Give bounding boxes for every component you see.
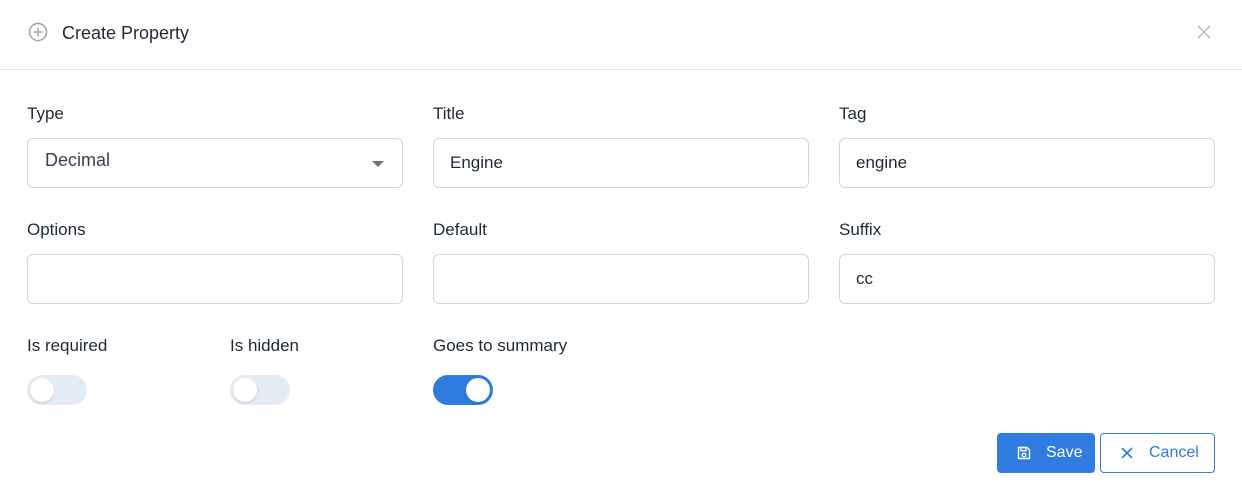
- default-input[interactable]: [434, 255, 808, 303]
- cancel-button[interactable]: Cancel: [1100, 433, 1215, 473]
- title-input[interactable]: [434, 139, 808, 187]
- toggle-knob: [466, 378, 490, 402]
- title-label: Title: [433, 104, 465, 123]
- type-select-value: Decimal: [45, 150, 111, 170]
- tag-field-wrapper: [839, 138, 1215, 188]
- suffix-input[interactable]: [840, 255, 1214, 303]
- save-icon: [1017, 446, 1031, 460]
- default-label: Default: [433, 220, 487, 239]
- save-button[interactable]: Save: [997, 433, 1095, 473]
- is-required-toggle[interactable]: [27, 375, 87, 405]
- goes-to-summary-label: Goes to summary: [433, 336, 568, 355]
- tag-input[interactable]: [840, 139, 1214, 187]
- save-button-label: Save: [1046, 444, 1083, 461]
- close-icon[interactable]: [1194, 22, 1214, 42]
- type-select[interactable]: Decimal: [27, 138, 403, 188]
- options-input[interactable]: [28, 255, 402, 303]
- suffix-field-wrapper: [839, 254, 1215, 304]
- is-required-label: Is required: [27, 336, 108, 355]
- default-field-wrapper: [433, 254, 809, 304]
- options-field-wrapper: [27, 254, 403, 304]
- plus-circle-icon: [28, 22, 48, 42]
- options-label: Options: [27, 220, 86, 239]
- x-icon: [1121, 447, 1133, 459]
- title-field-wrapper: [433, 138, 809, 188]
- is-hidden-label: Is hidden: [230, 336, 299, 355]
- suffix-label: Suffix: [839, 220, 882, 239]
- type-label: Type: [27, 104, 64, 123]
- dialog-title: Create Property: [62, 23, 190, 43]
- goes-to-summary-toggle[interactable]: [433, 375, 493, 405]
- cancel-button-label: Cancel: [1149, 444, 1199, 461]
- dialog-header: Create Property: [0, 0, 1242, 70]
- tag-label: Tag: [839, 104, 867, 123]
- is-hidden-toggle[interactable]: [230, 375, 290, 405]
- toggle-knob: [30, 378, 54, 402]
- toggle-knob: [233, 378, 257, 402]
- caret-down-icon: [372, 161, 384, 167]
